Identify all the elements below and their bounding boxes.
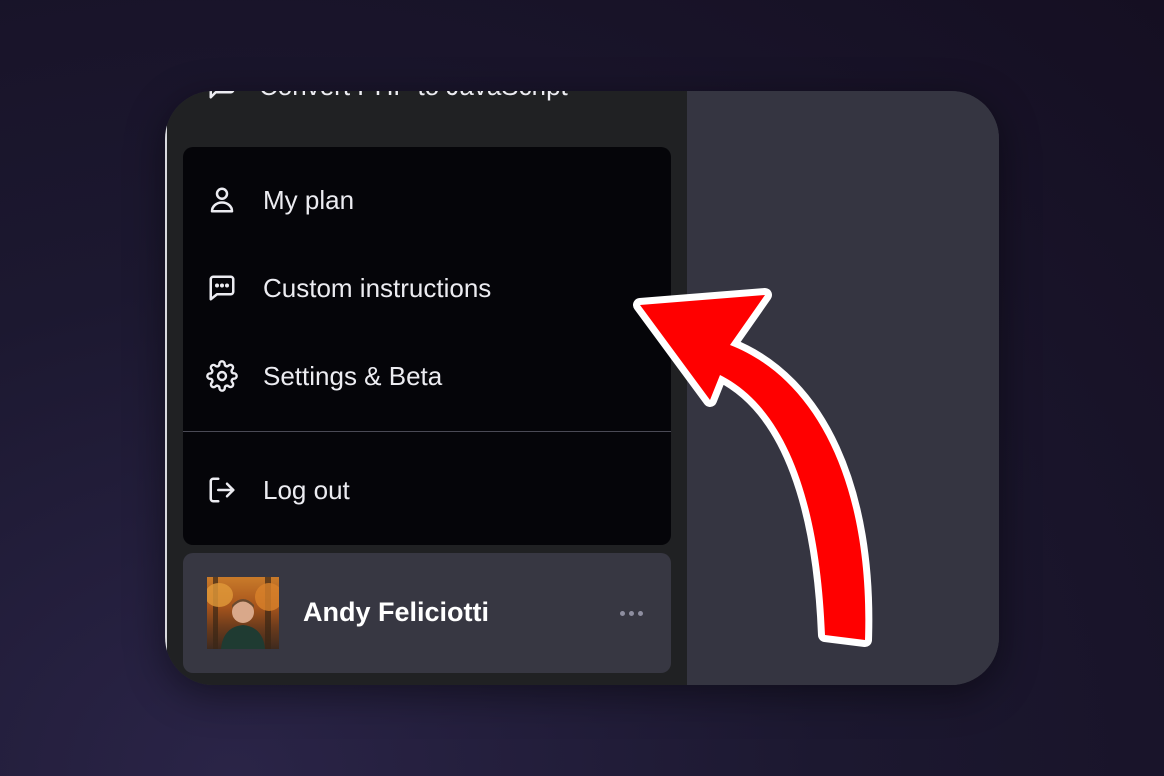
menu-item-log-out[interactable]: Log out bbox=[183, 460, 671, 520]
chat-history-item[interactable]: Convert PHP to JavaScript bbox=[207, 91, 568, 111]
menu-item-label: Settings & Beta bbox=[263, 360, 443, 391]
menu-item-label: Log out bbox=[263, 474, 350, 505]
user-icon bbox=[205, 183, 239, 217]
menu-item-my-plan[interactable]: My plan bbox=[183, 170, 671, 230]
gear-icon bbox=[205, 359, 239, 393]
message-dots-icon bbox=[205, 271, 239, 305]
annotation-arrow-icon bbox=[620, 270, 920, 670]
chat-history-label: Convert PHP to JavaScript bbox=[259, 91, 568, 102]
logout-icon bbox=[205, 473, 239, 507]
menu-item-label: Custom instructions bbox=[263, 272, 492, 303]
user-name: Andy Feliciotti bbox=[303, 597, 490, 627]
menu-item-custom-instructions[interactable]: Custom instructions bbox=[183, 258, 671, 318]
account-menu: My plan Custom instructions Settings & B… bbox=[183, 147, 671, 545]
menu-item-label: My plan bbox=[263, 184, 355, 215]
avatar bbox=[207, 577, 279, 649]
menu-item-settings-beta[interactable]: Settings & Beta bbox=[183, 346, 671, 406]
chat-bubble-icon bbox=[207, 91, 237, 101]
user-account-button[interactable]: Andy Feliciotti bbox=[183, 553, 671, 673]
menu-divider bbox=[183, 431, 671, 432]
sidebar: Convert PHP to JavaScript My plan bbox=[165, 91, 687, 685]
